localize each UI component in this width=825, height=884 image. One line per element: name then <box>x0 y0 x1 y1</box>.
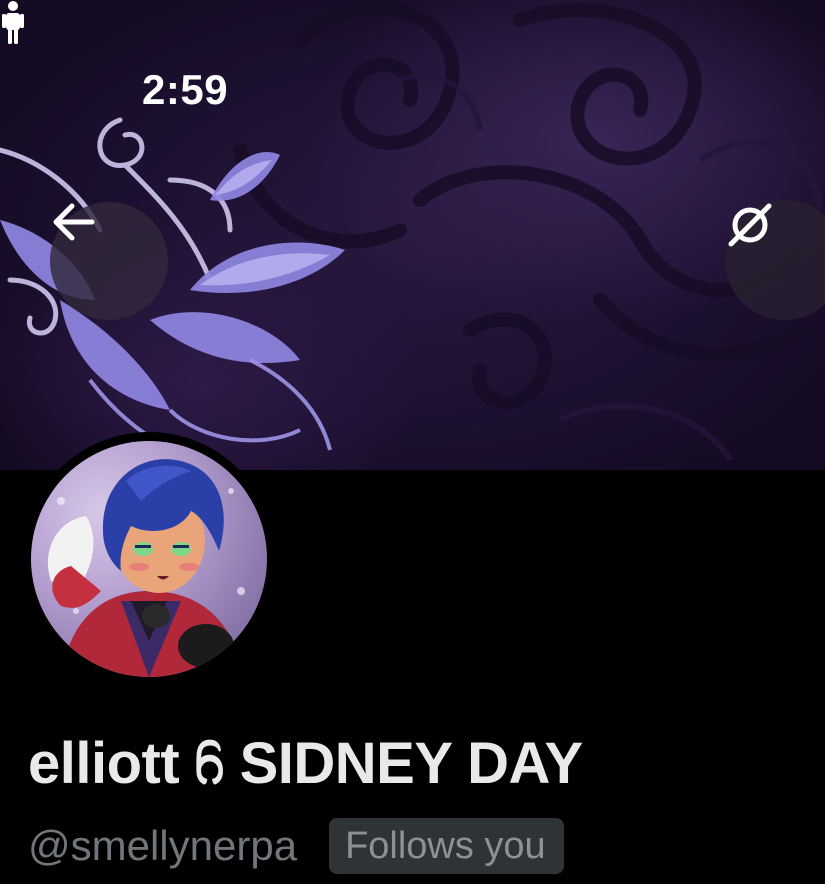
no-symbol-icon <box>728 203 772 247</box>
status-bar-time: 2:59 <box>142 66 229 113</box>
profile-screen: 2:59 elliott ᦆ SIDNEY DAY @smellynerpa F… <box>0 0 825 884</box>
person-standing-icon <box>2 1 24 44</box>
avatar-image <box>31 441 267 677</box>
profile-handle: @smellynerpa <box>28 822 298 869</box>
arrow-left-icon <box>53 203 95 241</box>
profile-banner[interactable]: 2:59 <box>0 0 825 470</box>
profile-avatar[interactable] <box>22 432 276 686</box>
handle-row: @smellynerpa Follows you <box>28 816 564 876</box>
avatar-illustration <box>47 459 245 677</box>
follows-you-badge: Follows you <box>329 818 564 874</box>
back-button[interactable] <box>50 202 168 320</box>
profile-display-name: elliott ᦆ SIDNEY DAY <box>28 731 583 796</box>
